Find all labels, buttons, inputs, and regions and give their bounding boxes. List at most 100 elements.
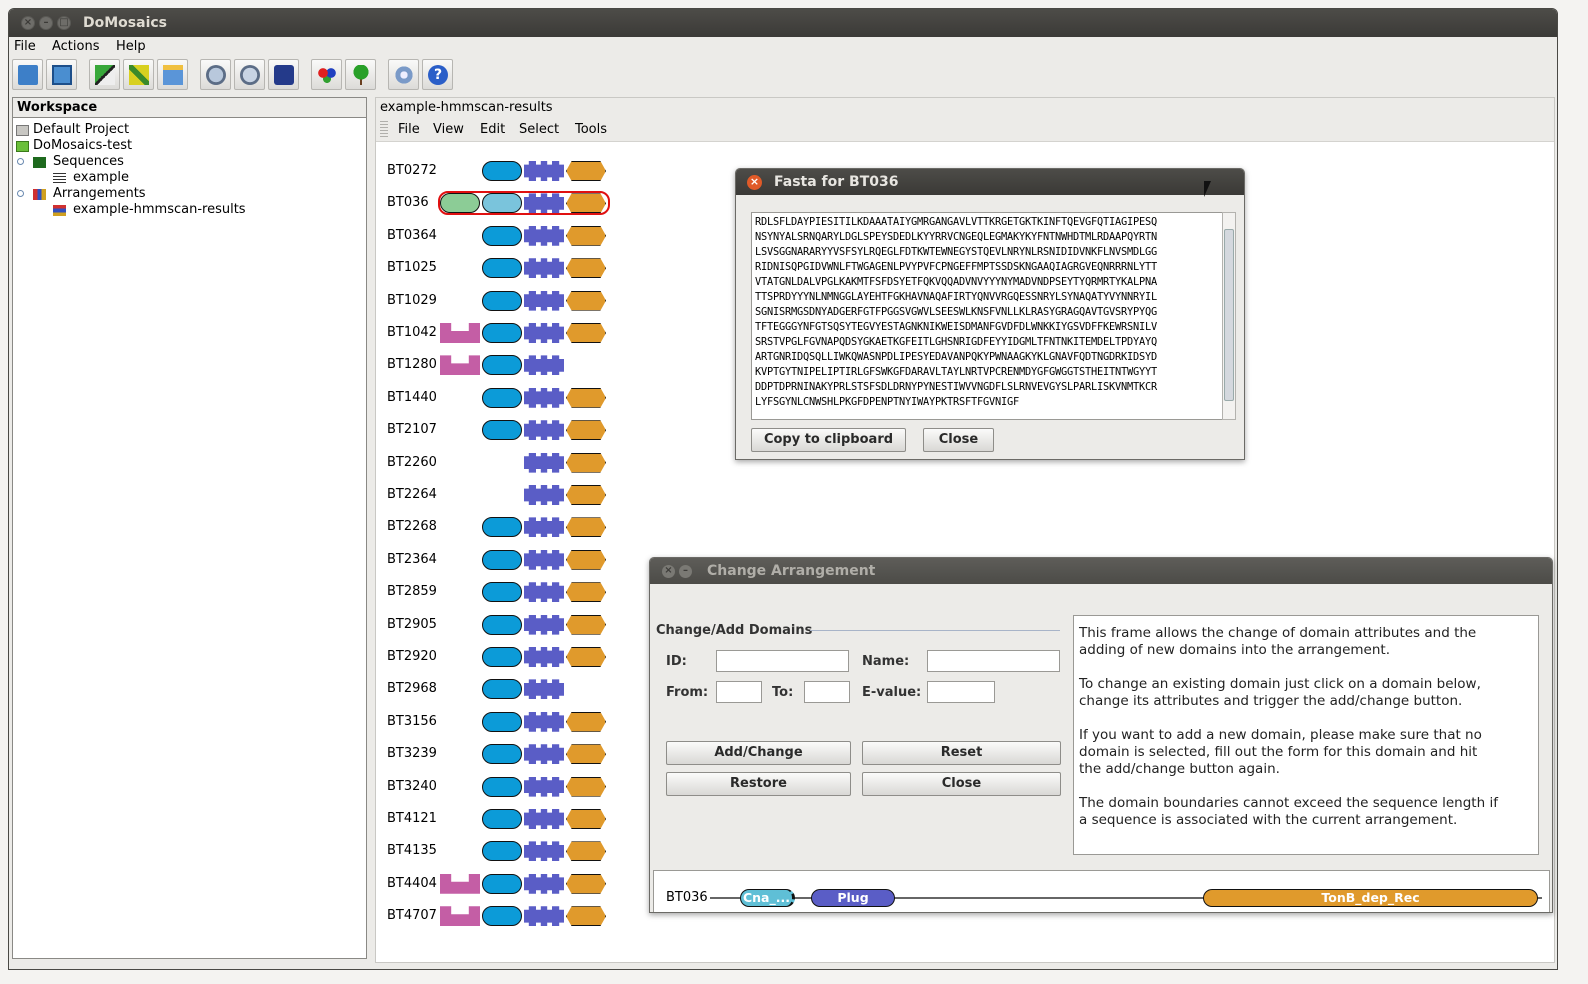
new-folder-button[interactable]: [157, 59, 188, 90]
protein-label[interactable]: BT0272: [387, 163, 437, 178]
protein-label[interactable]: BT3239: [387, 746, 437, 761]
tree-item-default-project[interactable]: Default Project: [33, 122, 129, 137]
protein-label[interactable]: BT4707: [387, 908, 437, 923]
protein-label[interactable]: BT2264: [387, 487, 437, 502]
help-button[interactable]: ?: [422, 59, 453, 90]
to-field[interactable]: [804, 681, 850, 703]
protein-label[interactable]: BT1440: [387, 390, 437, 405]
domain-orange[interactable]: [566, 225, 606, 246]
protein-label[interactable]: BT2107: [387, 422, 437, 437]
tree-item-example[interactable]: example: [73, 170, 129, 185]
domain-orange[interactable]: [566, 809, 606, 829]
domain-blue[interactable]: [482, 647, 522, 667]
import-fasta-button[interactable]: [89, 59, 120, 90]
domain-purple[interactable]: [524, 582, 564, 603]
reset-button[interactable]: Reset: [862, 741, 1061, 765]
domain-pink[interactable]: [440, 873, 480, 894]
domain-orange[interactable]: [566, 387, 606, 408]
domain-orange[interactable]: [566, 906, 606, 927]
domain-blue[interactable]: [482, 387, 522, 408]
minimize-icon[interactable]: –: [679, 565, 692, 578]
domain-orange[interactable]: [566, 711, 606, 732]
protein-label[interactable]: BT1280: [387, 357, 437, 372]
copy-to-clipboard-button[interactable]: Copy to clipboard: [751, 428, 906, 452]
protein-label[interactable]: BT2364: [387, 552, 437, 567]
domain-pink[interactable]: [440, 906, 480, 927]
domain-blue[interactable]: [482, 355, 522, 376]
restore-button[interactable]: Restore: [666, 772, 851, 796]
protein-label[interactable]: BT3156: [387, 714, 437, 729]
protein-label[interactable]: BT2905: [387, 617, 437, 632]
domain-purple[interactable]: [524, 323, 564, 343]
domain-purple[interactable]: [524, 387, 564, 408]
domain-orange[interactable]: [566, 485, 606, 505]
domain-purple[interactable]: [524, 711, 564, 732]
domain-purple[interactable]: [524, 809, 564, 829]
change-close-button[interactable]: Close: [862, 772, 1061, 796]
domain-blue[interactable]: [482, 679, 522, 700]
domain-tree-button[interactable]: [311, 59, 342, 90]
close-window-icon[interactable]: ×: [21, 16, 35, 30]
domain-purple[interactable]: [524, 614, 564, 635]
from-field[interactable]: [716, 681, 762, 703]
domain-cna[interactable]: Cna_...: [740, 889, 795, 907]
domain-blue[interactable]: [482, 161, 522, 181]
open-project-button[interactable]: [12, 59, 43, 90]
view-menu-tools[interactable]: Tools: [575, 122, 607, 137]
protein-label[interactable]: BT1042: [387, 325, 437, 340]
menu-actions[interactable]: Actions: [52, 39, 100, 54]
domain-blue[interactable]: [482, 517, 522, 538]
domain-orange[interactable]: [566, 161, 606, 181]
expand-handle-icon[interactable]: [17, 190, 24, 197]
hmmer-button[interactable]: [200, 59, 231, 90]
protein-label[interactable]: BT036: [387, 195, 429, 210]
domain-blue[interactable]: [482, 841, 522, 862]
evalue-field[interactable]: [927, 681, 995, 703]
domain-blue[interactable]: [482, 225, 522, 246]
domain-plug[interactable]: Plug: [811, 889, 895, 907]
tree-item-sequences[interactable]: Sequences: [53, 154, 124, 169]
domain-purple[interactable]: [524, 225, 564, 246]
domain-tonb-dep-rec[interactable]: TonB_dep_Rec: [1203, 889, 1538, 907]
import-annotation-button[interactable]: [123, 59, 154, 90]
protein-label[interactable]: BT2920: [387, 649, 437, 664]
domain-pink[interactable]: [440, 323, 480, 343]
protein-label[interactable]: BT2268: [387, 519, 437, 534]
domain-purple[interactable]: [524, 485, 564, 505]
domain-orange[interactable]: [566, 549, 606, 570]
fasta-scrollbar[interactable]: [1222, 212, 1236, 420]
maximize-window-icon[interactable]: □: [57, 16, 71, 30]
domain-blue[interactable]: [482, 614, 522, 635]
tree-item-domosaics-test[interactable]: DoMosaics-test: [33, 138, 132, 153]
domain-blue[interactable]: [482, 549, 522, 570]
domain-purple[interactable]: [524, 841, 564, 862]
domain-orange[interactable]: [566, 290, 606, 311]
domain-blue[interactable]: [482, 809, 522, 829]
domain-orange[interactable]: [566, 258, 606, 279]
add-change-button[interactable]: Add/Change: [666, 741, 851, 765]
protein-label[interactable]: BT1029: [387, 293, 437, 308]
domain-orange[interactable]: [566, 873, 606, 894]
domain-orange[interactable]: [566, 452, 606, 473]
expand-handle-icon[interactable]: [17, 158, 24, 165]
tree-button[interactable]: [345, 59, 376, 90]
close-icon[interactable]: ×: [747, 175, 762, 190]
domain-blue[interactable]: [482, 873, 522, 894]
domain-purple[interactable]: [524, 647, 564, 667]
protein-label[interactable]: BT4404: [387, 876, 437, 891]
domain-blue[interactable]: [482, 323, 522, 343]
menu-help[interactable]: Help: [116, 39, 146, 54]
domain-purple[interactable]: [524, 452, 564, 473]
domain-purple[interactable]: [524, 355, 564, 376]
fasta-sequence-text[interactable]: RDLSFLDAYPIESITILKDAAATAIYGMRGANGAVLVTTK…: [751, 212, 1224, 420]
domain-orange[interactable]: [566, 420, 606, 441]
menubar-grip[interactable]: [380, 121, 388, 139]
domain-purple[interactable]: [524, 420, 564, 441]
view-menu-file[interactable]: File: [398, 122, 420, 137]
domain-purple[interactable]: [524, 549, 564, 570]
domain-orange[interactable]: [566, 744, 606, 765]
domain-blue[interactable]: [482, 711, 522, 732]
domain-orange[interactable]: [566, 582, 606, 603]
minimize-window-icon[interactable]: –: [39, 16, 53, 30]
settings-button[interactable]: [388, 59, 419, 90]
